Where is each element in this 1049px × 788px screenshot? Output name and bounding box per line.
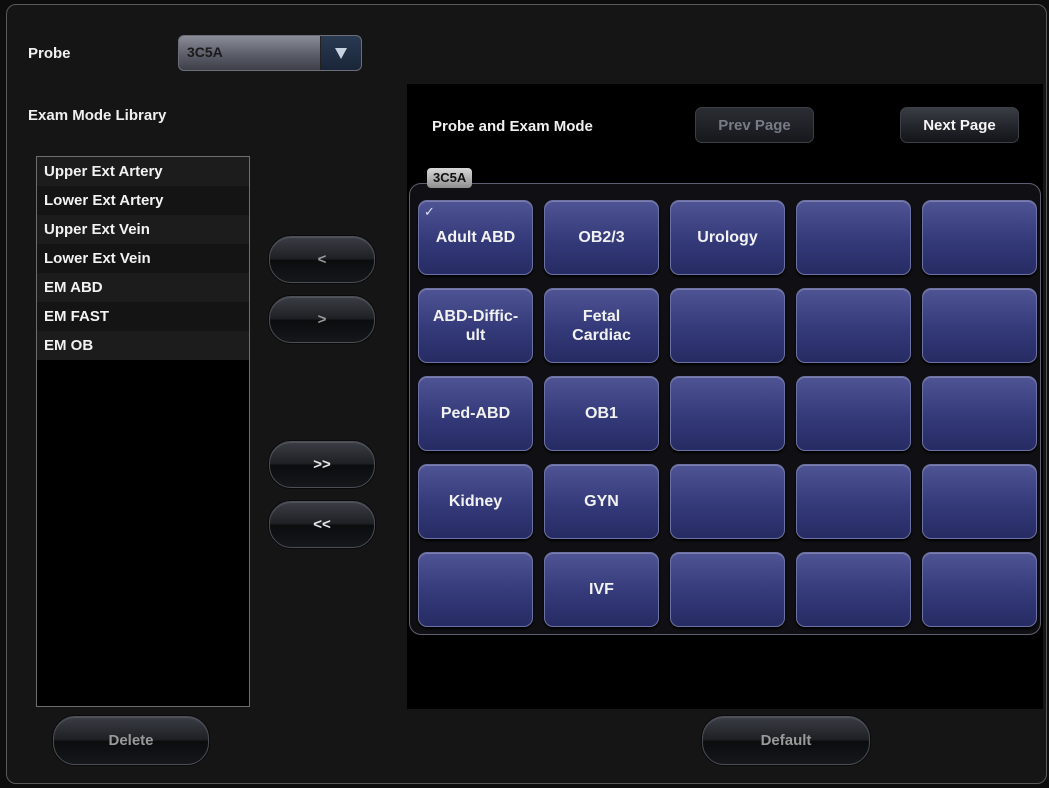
exam-mode-tile[interactable] bbox=[670, 288, 785, 363]
exam-mode-tile[interactable]: OB2/3 bbox=[544, 200, 659, 275]
tile-label: OB2/3 bbox=[578, 229, 625, 246]
exam-mode-tile[interactable] bbox=[670, 464, 785, 539]
tile-label: OB1 bbox=[585, 405, 618, 422]
next-page-button[interactable]: Next Page bbox=[900, 107, 1019, 143]
prev-page-button[interactable]: Prev Page bbox=[695, 107, 814, 143]
exam-mode-tile[interactable] bbox=[796, 464, 911, 539]
exam-mode-tile[interactable] bbox=[922, 464, 1037, 539]
list-item[interactable]: EM OB bbox=[37, 331, 249, 360]
exam-mode-group: ✓ Adult ABD OB2/3 Urology ABD-Diffic- ult Fet… bbox=[409, 183, 1041, 635]
exam-mode-tile[interactable] bbox=[796, 376, 911, 451]
list-item[interactable]: Upper Ext Vein bbox=[37, 215, 249, 244]
move-right-button[interactable]: > bbox=[269, 296, 375, 343]
exam-mode-tile[interactable]: Ped-ABD bbox=[418, 376, 533, 451]
list-item[interactable]: Upper Ext Artery bbox=[37, 157, 249, 186]
probe-label: Probe bbox=[28, 45, 71, 62]
tile-label: ABD-Diffic- ult bbox=[432, 307, 519, 344]
exam-mode-tile[interactable]: Fetal Cardiac bbox=[544, 288, 659, 363]
check-icon: ✓ bbox=[424, 204, 435, 219]
dropdown-arrow-icon[interactable] bbox=[320, 36, 361, 70]
exam-mode-tile[interactable] bbox=[418, 552, 533, 627]
panel-title: Probe and Exam Mode bbox=[432, 118, 593, 135]
exam-mode-tile[interactable]: Kidney bbox=[418, 464, 533, 539]
exam-mode-grid: ✓ Adult ABD OB2/3 Urology ABD-Diffic- ult Fet… bbox=[418, 200, 1037, 627]
exam-mode-tile[interactable] bbox=[670, 376, 785, 451]
tile-label: GYN bbox=[584, 493, 619, 510]
exam-mode-tile[interactable]: ✓ Adult ABD bbox=[418, 200, 533, 275]
group-probe-tag: 3C5A bbox=[427, 168, 473, 188]
exam-mode-tile[interactable]: OB1 bbox=[544, 376, 659, 451]
exam-mode-tile[interactable] bbox=[796, 200, 911, 275]
exam-mode-tile[interactable] bbox=[922, 288, 1037, 363]
probe-exam-mode-panel: Probe and Exam Mode Prev Page Next Page … bbox=[407, 84, 1043, 709]
exam-mode-tile[interactable] bbox=[796, 552, 911, 627]
list-item[interactable]: EM ABD bbox=[37, 273, 249, 302]
exam-mode-tile[interactable] bbox=[922, 552, 1037, 627]
delete-button[interactable]: Delete bbox=[53, 716, 209, 765]
tile-label: IVF bbox=[589, 581, 614, 598]
tile-label: Adult ABD bbox=[435, 229, 516, 246]
move-left-button[interactable]: < bbox=[269, 236, 375, 283]
move-all-right-button[interactable]: >> bbox=[269, 441, 375, 488]
exam-mode-tile[interactable] bbox=[922, 376, 1037, 451]
tile-label: Ped-ABD bbox=[440, 405, 511, 422]
list-item[interactable]: Lower Ext Vein bbox=[37, 244, 249, 273]
list-item[interactable]: Lower Ext Artery bbox=[37, 186, 249, 215]
exam-mode-tile[interactable]: Urology bbox=[670, 200, 785, 275]
exam-mode-tile[interactable] bbox=[922, 200, 1037, 275]
exam-mode-library-list[interactable]: Upper Ext Artery Lower Ext Artery Upper … bbox=[36, 156, 250, 707]
exam-mode-tile[interactable]: GYN bbox=[544, 464, 659, 539]
probe-dropdown[interactable]: 3C5A bbox=[178, 35, 362, 71]
tile-label: Kidney bbox=[448, 493, 503, 510]
move-all-left-button[interactable]: << bbox=[269, 501, 375, 548]
exam-mode-library-label: Exam Mode Library bbox=[28, 107, 167, 124]
exam-mode-tile[interactable]: ABD-Diffic- ult bbox=[418, 288, 533, 363]
probe-value: 3C5A bbox=[187, 44, 223, 60]
exam-mode-tile[interactable]: IVF bbox=[544, 552, 659, 627]
exam-mode-tile[interactable] bbox=[670, 552, 785, 627]
exam-mode-setup-window: Probe 3C5A Exam Mode Library Upper Ext A… bbox=[6, 4, 1047, 784]
list-item[interactable]: EM FAST bbox=[37, 302, 249, 331]
tile-label: Fetal Cardiac bbox=[572, 307, 631, 344]
tile-label: Urology bbox=[697, 229, 758, 246]
default-button[interactable]: Default bbox=[702, 716, 870, 765]
exam-mode-tile[interactable] bbox=[796, 288, 911, 363]
